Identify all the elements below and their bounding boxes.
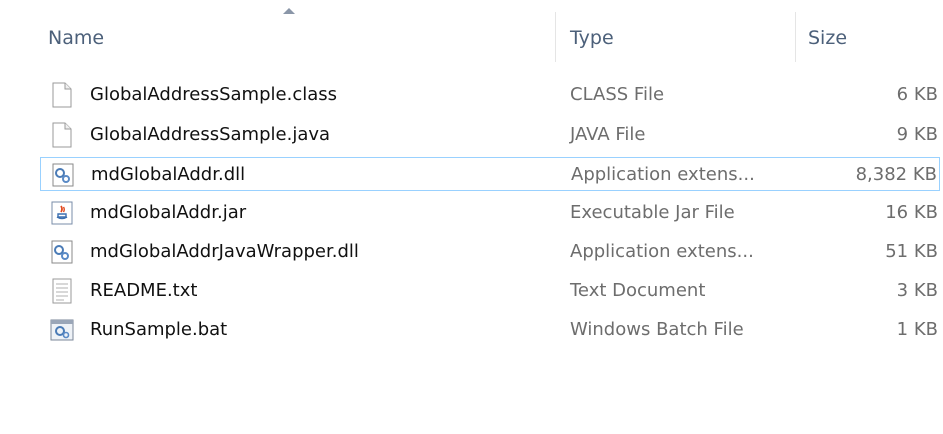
- file-name: README.txt: [90, 280, 198, 301]
- file-size: 1 KB: [896, 319, 938, 340]
- file-type: Windows Batch File: [570, 319, 744, 340]
- file-type: Executable Jar File: [570, 202, 735, 223]
- column-divider[interactable]: [555, 12, 556, 62]
- column-divider[interactable]: [795, 12, 796, 62]
- file-size: 6 KB: [896, 84, 938, 105]
- file-row[interactable]: mdGlobalAddr.jar Executable Jar File 16 …: [40, 196, 940, 230]
- java-jar-icon: [50, 200, 74, 226]
- file-row-focused[interactable]: mdGlobalAddr.dll Application extens... 8…: [40, 157, 940, 191]
- file-size: 51 KB: [885, 241, 938, 262]
- file-type: Text Document: [570, 280, 706, 301]
- column-header-bar: Name Type Size: [0, 0, 943, 76]
- blank-file-icon: [50, 82, 74, 108]
- sort-ascending-icon: [283, 8, 295, 14]
- file-name: GlobalAddressSample.java: [90, 124, 331, 145]
- column-header-type[interactable]: Type: [570, 27, 614, 49]
- file-row[interactable]: RunSample.bat Windows Batch File 1 KB: [40, 313, 940, 347]
- file-row[interactable]: mdGlobalAddrJavaWrapper.dll Application …: [40, 235, 940, 269]
- file-size: 8,382 KB: [855, 164, 937, 185]
- file-type: Application extens...: [571, 164, 755, 185]
- column-header-name[interactable]: Name: [48, 27, 104, 49]
- dll-gear-icon: [51, 162, 75, 188]
- file-row[interactable]: GlobalAddressSample.class CLASS File 6 K…: [40, 78, 940, 112]
- file-type: JAVA File: [570, 124, 646, 145]
- file-size: 16 KB: [885, 202, 938, 223]
- dll-gear-icon: [50, 239, 74, 265]
- file-row[interactable]: README.txt Text Document 3 KB: [40, 274, 940, 308]
- file-name: mdGlobalAddr.jar: [90, 202, 247, 223]
- text-document-icon: [50, 278, 74, 304]
- file-row[interactable]: GlobalAddressSample.java JAVA File 9 KB: [40, 118, 940, 152]
- batch-file-icon: [50, 317, 74, 343]
- blank-file-icon: [50, 122, 74, 148]
- file-name: mdGlobalAddr.dll: [91, 164, 246, 185]
- file-name: GlobalAddressSample.class: [90, 84, 337, 105]
- file-name: RunSample.bat: [90, 319, 228, 340]
- column-header-size[interactable]: Size: [808, 27, 847, 49]
- file-type: CLASS File: [570, 84, 665, 105]
- file-name: mdGlobalAddrJavaWrapper.dll: [90, 241, 359, 262]
- file-size: 3 KB: [896, 280, 938, 301]
- file-type: Application extens...: [570, 241, 754, 262]
- file-size: 9 KB: [896, 124, 938, 145]
